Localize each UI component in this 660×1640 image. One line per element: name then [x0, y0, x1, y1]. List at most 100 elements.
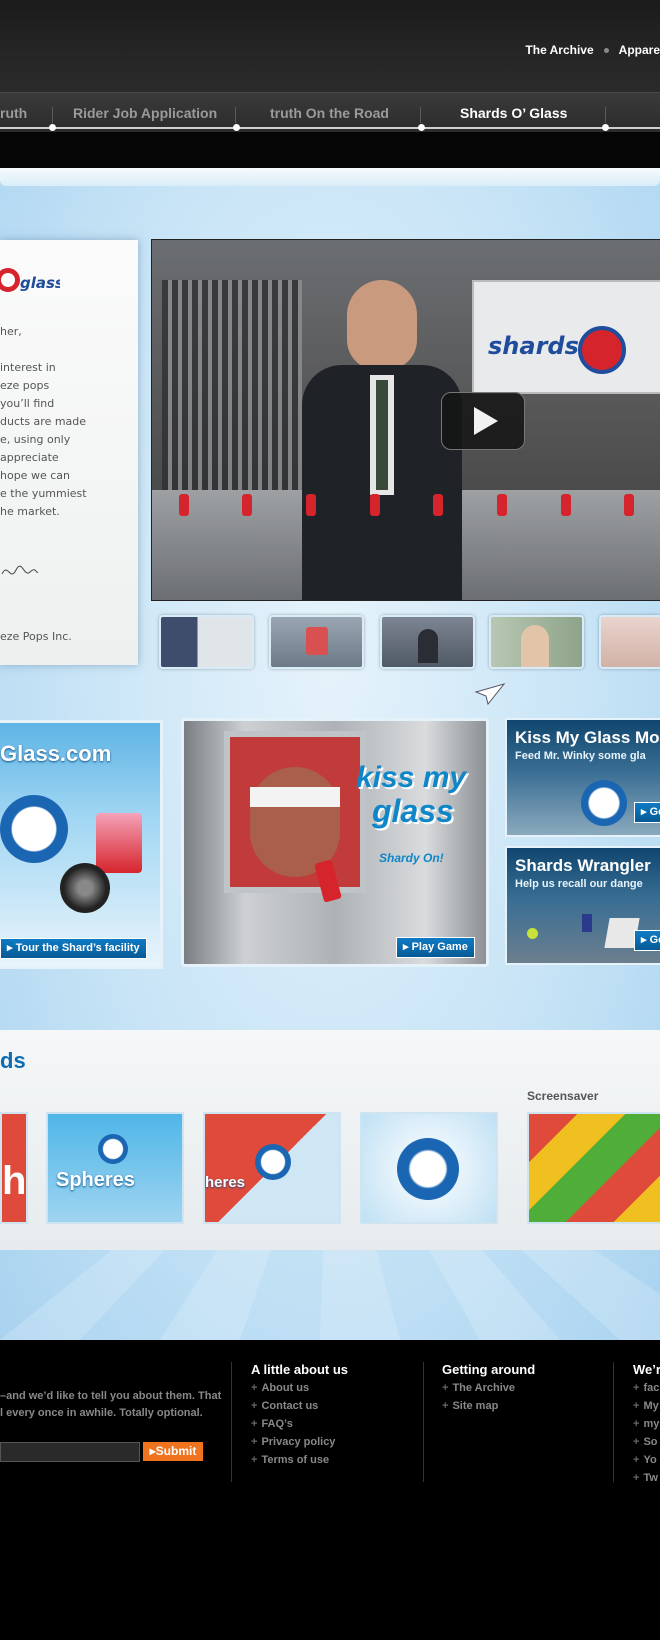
video-thumbnail[interactable] — [269, 615, 364, 669]
video-thumbnail[interactable] — [159, 615, 254, 669]
nav-marker-dot — [602, 124, 609, 131]
top-links: The Archive Appare — [525, 40, 660, 60]
footer-link-privacy[interactable]: + Privacy policy — [251, 1436, 335, 1448]
game-tagline: Shardy On! — [379, 851, 444, 865]
nav-separator — [235, 107, 236, 123]
newsletter-text: –and we’d like to tell you about them. T… — [0, 1388, 221, 1422]
play-button[interactable] — [441, 392, 525, 450]
frost-edge — [0, 168, 660, 186]
nav-marker-dot — [233, 124, 240, 131]
button-label: Submit — [155, 1444, 197, 1458]
separator-dot — [603, 47, 609, 53]
footer-link-terms[interactable]: + Terms of use — [251, 1454, 329, 1466]
footer-link-social[interactable]: + So — [633, 1436, 658, 1448]
nav-marker-dot — [418, 124, 425, 131]
site-footer — [0, 1340, 660, 1640]
email-field[interactable] — [0, 1442, 140, 1462]
footer-link-about[interactable]: + About us — [251, 1382, 309, 1394]
footer-link-social[interactable]: + my — [633, 1418, 659, 1430]
game-title-line2: glass — [372, 793, 454, 829]
letter-line: e, using only — [0, 433, 71, 446]
download-tile[interactable]: heres — [203, 1112, 341, 1224]
shards-logo-icon — [578, 326, 626, 374]
button-label: Play Game — [411, 941, 468, 953]
screensaver-tile[interactable] — [527, 1112, 660, 1224]
footer-divider — [613, 1362, 614, 1482]
nav-separator — [420, 107, 421, 123]
video-thumbnail[interactable] — [599, 615, 660, 669]
promo-shards-wrangler[interactable]: Shards Wrangler Help us recall our dange… — [505, 846, 660, 965]
newsletter-line: –and we’d like to tell you about them. T… — [0, 1390, 222, 1402]
nav-item-rider-job-application[interactable]: Rider Job Application — [73, 105, 217, 121]
footer-link-faq[interactable]: + FAQ’s — [251, 1418, 293, 1430]
signature-icon — [1, 565, 39, 575]
promo-kiss-my-glass-mobile[interactable]: Kiss My Glass Mo Feed Mr. Winky some gla… — [505, 718, 660, 837]
footer-column-title: We’r — [633, 1362, 660, 1377]
ball-icon — [527, 928, 538, 939]
nav-item-truth-on-the-road[interactable]: truth On the Road — [270, 105, 389, 121]
video-player[interactable]: shards — [151, 239, 660, 601]
product-cup-icon — [96, 813, 142, 873]
video-thumbnail[interactable] — [380, 615, 475, 669]
tile-text: h — [2, 1159, 27, 1203]
footer-link-social[interactable]: + Yo — [633, 1454, 657, 1466]
shards-logo-icon — [397, 1138, 459, 1200]
shards-logo-icon: glass — [0, 268, 60, 292]
letter-line: eze pops — [0, 379, 50, 392]
video-shelves — [162, 280, 302, 490]
footer-link-sitemap[interactable]: + Site map — [442, 1400, 498, 1412]
mr-winky-icon — [581, 780, 627, 826]
top-link-archive[interactable]: The Archive — [525, 43, 593, 57]
logo-text: glass — [20, 274, 60, 292]
footer-divider — [423, 1362, 424, 1482]
footer-link-social[interactable]: + fac — [633, 1382, 659, 1394]
video-presenter — [302, 280, 462, 600]
letter-line: you’ll find — [0, 397, 55, 410]
tour-facility-button[interactable]: ▸ Tour the Shard’s facility — [0, 938, 147, 959]
footer-link-social[interactable]: + Tw — [633, 1472, 658, 1484]
tile-text: heres — [205, 1174, 246, 1191]
newsletter-line: l every once in awhile. Totally optional… — [0, 1407, 203, 1419]
letter-line: interest in — [0, 361, 56, 374]
nav-item-shards-o-glass[interactable]: Shards O’ Glass — [460, 105, 567, 121]
nav-item-truth[interactable]: ruth — [0, 105, 27, 121]
video-pops-row — [152, 490, 660, 520]
nav-separator — [605, 107, 606, 123]
letter-line: e the yummiest — [0, 487, 87, 500]
get-button[interactable]: ▸ Ge — [634, 930, 660, 951]
game-title-line1: kiss my — [356, 761, 467, 794]
letter-footer: eze Pops Inc. — [0, 630, 72, 643]
sunglasses-icon — [250, 787, 340, 807]
shards-logo-icon — [0, 795, 68, 863]
presenter-head — [347, 280, 417, 370]
promo-title: Shards Wrangler — [515, 856, 651, 875]
download-tile[interactable]: Spheres — [46, 1112, 184, 1224]
figure-icon — [582, 914, 592, 932]
top-link-apparel[interactable]: Appare — [619, 43, 660, 57]
submit-button[interactable]: ▸Submit — [143, 1442, 203, 1461]
shards-logo-icon — [255, 1144, 291, 1180]
presenter-tie — [376, 380, 388, 490]
game-portrait — [224, 731, 366, 893]
footer-divider — [231, 1362, 232, 1482]
footer-link-contact[interactable]: + Contact us — [251, 1400, 318, 1412]
promo-subtitle: Feed Mr. Winky some gla — [515, 750, 646, 762]
tire-icon — [60, 863, 110, 913]
letter-line: her, — [0, 325, 22, 338]
promo-kiss-my-glass-game[interactable]: kiss my glass Shardy On! ▸ Play Game — [181, 718, 489, 967]
footer-link-social[interactable]: + My — [633, 1400, 659, 1412]
letter-card: glass her, interest in eze pops you’ll f… — [0, 240, 138, 665]
get-button[interactable]: ▸ Ge — [634, 802, 660, 823]
downloads-title: ds — [0, 1048, 26, 1073]
download-tile[interactable] — [360, 1112, 498, 1224]
letter-line: hope we can — [0, 469, 70, 482]
paper-plane-icon — [474, 683, 506, 706]
letter-line: he market. — [0, 505, 60, 518]
video-thumbnail[interactable] — [489, 615, 584, 669]
download-tile[interactable]: h — [0, 1112, 28, 1224]
nav-marker-dot — [49, 124, 56, 131]
play-game-button[interactable]: ▸ Play Game — [396, 937, 475, 958]
footer-link-archive[interactable]: + The Archive — [442, 1382, 515, 1394]
promo-tour-facility[interactable]: Glass.com ▸ Tour the Shard’s facility — [0, 720, 163, 969]
button-label: Tour the Shard’s facility — [15, 942, 140, 954]
